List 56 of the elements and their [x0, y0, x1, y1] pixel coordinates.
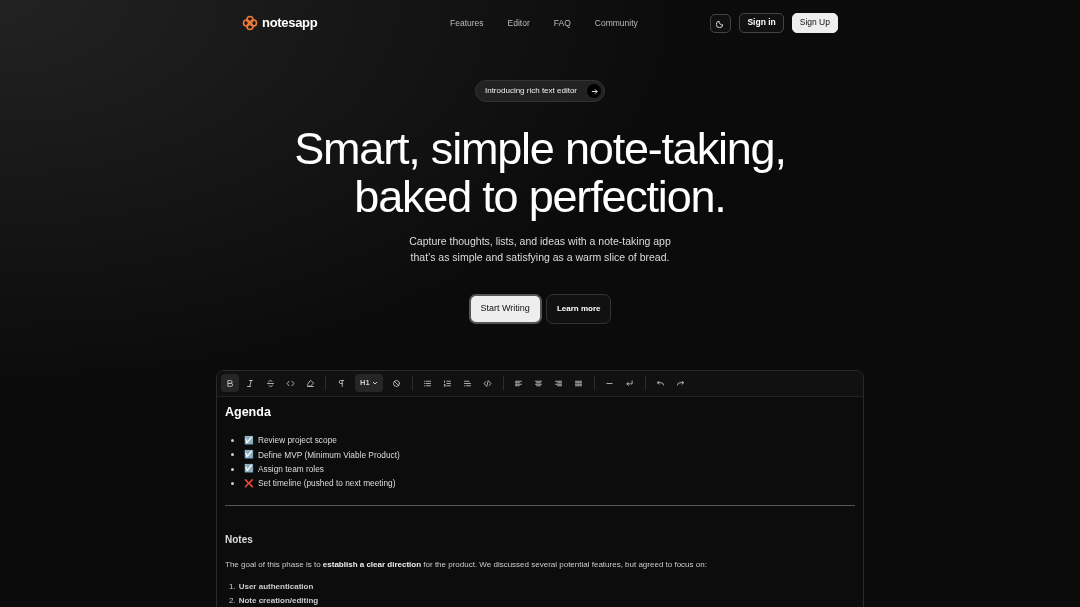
agenda-item: Set timeline (pushed to next meeting) [258, 477, 396, 490]
undo-icon [656, 378, 666, 388]
notes-paragraph: The goal of this phase is to establish a clear direction for the product. We discussed several potential features, but agreed to focus on: [225, 558, 708, 571]
line-break-icon [625, 378, 635, 388]
bullet-icon [231, 482, 234, 486]
focus-item: User authentication [238, 580, 314, 593]
strikethrough-icon [265, 378, 275, 388]
nav-link[interactable]: FAQ [553, 16, 571, 30]
logo-icon [242, 15, 258, 31]
status-emoji: ☑ [244, 463, 254, 476]
arrow-right-icon [587, 84, 601, 98]
indent-list-icon [463, 378, 473, 388]
learn-more-button[interactable]: Learn more [545, 294, 612, 324]
bold-icon [225, 378, 235, 388]
list-number: 2. [229, 595, 236, 607]
caret-icon [371, 380, 378, 386]
redo-icon [676, 378, 686, 388]
paragraph-icon [336, 378, 346, 388]
code-icon [285, 378, 295, 388]
nav-link[interactable]: Editor [507, 16, 530, 30]
ban-icon [392, 378, 402, 388]
bullet-icon [231, 467, 234, 471]
code-block-icon [483, 378, 493, 388]
status-emoji: ❌ [244, 477, 254, 490]
align-right-icon [554, 378, 564, 388]
brand-name: notesapp [262, 14, 318, 33]
document-heading: Agenda [225, 404, 272, 420]
status-emoji: ☑ [244, 434, 254, 447]
align-justify-icon [574, 378, 584, 388]
agenda-item: Define MVP (Minimum Viable Product) [258, 448, 400, 462]
eraser-icon [305, 378, 315, 388]
nav-link[interactable]: Features [450, 16, 484, 30]
sign-up-button[interactable]: Sign Up [791, 13, 838, 33]
bold-button[interactable] [221, 374, 239, 392]
focus-item: Note creation/editing [238, 595, 319, 607]
numbered-list-icon [443, 378, 453, 388]
notes-heading: Notes [225, 533, 254, 546]
align-center-icon [534, 378, 544, 388]
agenda-item: Review project scope [258, 434, 337, 447]
bullet-icon [231, 439, 234, 443]
align-left-icon [514, 378, 524, 388]
announcement-text: Introducing rich text editor [484, 85, 577, 97]
hero-subtitle: Capture thoughts, lists, and ideas with a note-taking app that’s as simple and satisfying as a warm slice of bread. [408, 234, 672, 265]
bullet-icon [231, 453, 234, 457]
status-emoji: ☑ [244, 448, 254, 461]
nav-link[interactable]: Community [594, 16, 638, 30]
start-writing-button[interactable]: Start Writing [468, 294, 542, 324]
sign-in-button[interactable]: Sign in [739, 13, 784, 33]
hero-headline: Smart, simple note-taking, baked to perfection. [293, 125, 787, 221]
italic-icon [245, 378, 255, 388]
agenda-item: Assign team roles [258, 463, 324, 476]
announcement-pill[interactable]: Introducing rich text editor [474, 80, 605, 102]
moon-icon [716, 18, 726, 28]
theme-toggle-button[interactable] [710, 13, 732, 33]
bullet-list-icon [423, 378, 433, 388]
list-number: 1. [229, 580, 236, 593]
